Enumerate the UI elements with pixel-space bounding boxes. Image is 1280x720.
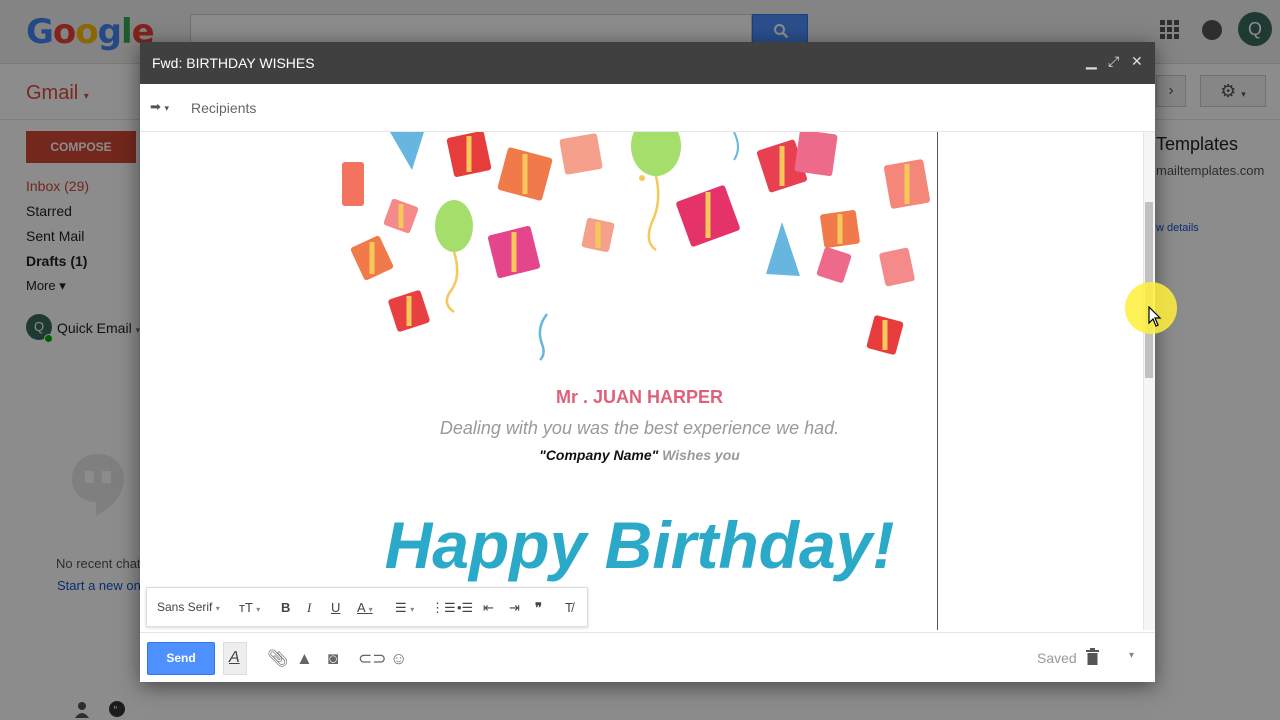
- bold-icon[interactable]: B: [281, 600, 290, 615]
- quote-icon[interactable]: ❞: [535, 600, 542, 616]
- text-color-icon[interactable]: A ▾: [357, 600, 373, 615]
- emoji-icon[interactable]: ☺: [390, 649, 407, 669]
- company-name: Company Name: [545, 447, 652, 463]
- mouse-pointer-icon: [1148, 306, 1162, 327]
- indent-less-icon[interactable]: ⇤: [483, 600, 494, 616]
- more-options-icon[interactable]: ▾: [1129, 650, 1134, 661]
- compose-window: Fwd: BIRTHDAY WISHES ▁ ⤢ ✕ ➡ ▾ Recipient…: [140, 42, 1155, 682]
- greeting-text: Dealing with you was the best experience…: [439, 418, 840, 438]
- wishes-text: "Company Name" Wishes you: [539, 447, 740, 463]
- formatting-toggle-button[interactable]: A: [223, 642, 247, 675]
- headline: Happy Birthday!: [384, 508, 895, 582]
- bulleted-list-icon[interactable]: •☰: [457, 600, 473, 616]
- send-button[interactable]: Send: [147, 642, 215, 675]
- compose-title: Fwd: BIRTHDAY WISHES: [152, 55, 315, 71]
- drive-icon[interactable]: ▲: [296, 649, 313, 669]
- compose-actions: Send A 📎︎ ▲ ◙ ⊂⊃ ☺ Saved ▾: [140, 632, 1155, 682]
- recipient-name: Mr . JUAN HARPER: [555, 387, 724, 407]
- email-template: Mr . JUAN HARPER Dealing with you was th…: [342, 132, 938, 630]
- close-icon[interactable]: ✕: [1131, 53, 1143, 70]
- attach-icon[interactable]: 📎︎: [267, 649, 289, 669]
- formatting-toolbar: Sans Serif ▾ ᴛT ▾ B I U A ▾ ☰ ▾ ⋮☰ •☰ ⇤ …: [146, 587, 588, 627]
- message-body[interactable]: Mr . JUAN HARPER Dealing with you was th…: [140, 132, 1155, 630]
- numbered-list-icon[interactable]: ⋮☰: [431, 600, 456, 616]
- minimize-icon[interactable]: ▁: [1086, 53, 1097, 70]
- fullscreen-icon[interactable]: ⤢: [1108, 53, 1119, 70]
- forward-icon[interactable]: ➡ ▾: [150, 99, 169, 115]
- wishes-suffix: Wishes you: [658, 447, 740, 463]
- underline-icon[interactable]: U: [331, 600, 340, 615]
- remove-formatting-icon[interactable]: T̸: [565, 600, 573, 615]
- compose-titlebar[interactable]: Fwd: BIRTHDAY WISHES ▁ ⤢ ✕: [140, 42, 1155, 84]
- font-family-select[interactable]: Sans Serif ▾: [157, 600, 220, 614]
- trash-icon[interactable]: [1086, 648, 1099, 665]
- align-icon[interactable]: ☰ ▾: [395, 600, 414, 616]
- recipients-input[interactable]: Recipients: [191, 100, 256, 116]
- photo-icon[interactable]: ◙: [328, 649, 338, 669]
- font-family-label: Sans Serif: [157, 600, 213, 614]
- saved-status: Saved: [1037, 650, 1077, 666]
- link-icon[interactable]: ⊂⊃: [358, 649, 387, 669]
- indent-more-icon[interactable]: ⇥: [509, 600, 520, 616]
- font-size-icon[interactable]: ᴛT ▾: [239, 600, 260, 615]
- recipients-row[interactable]: ➡ ▾ Recipients: [140, 84, 1155, 132]
- italic-icon[interactable]: I: [307, 600, 311, 616]
- birthday-gifts-illustration: [342, 132, 937, 362]
- text-format-icon: A: [229, 649, 240, 666]
